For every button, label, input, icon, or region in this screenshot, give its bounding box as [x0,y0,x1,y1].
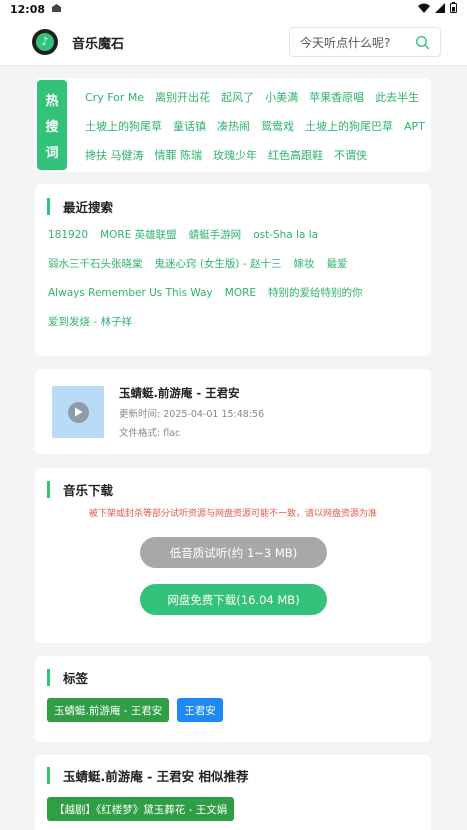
tag-chip-artist[interactable]: 王君安 [177,698,223,722]
update-time: 更新时间: 2025-04-01 15:48:56 [119,406,264,420]
hot-search-tag[interactable]: 玫瑰少年 [213,146,257,166]
notification-icon [51,3,62,16]
section-accent-bar [47,669,50,686]
download-notice: 被下架或封杀等部分试听资源与网盘资源可能不一致，请以网盘资源为准 [88,509,377,519]
recent-search-item[interactable]: 鬼迷心窍 (女生版) - 赵十三 [155,254,282,274]
hot-search-tag[interactable]: 情罪 陈瑞 [155,146,203,166]
tag-list: 玉蜻蜓.前游庵 - 王君安 王君安 [47,698,223,722]
tags-header: 标签 [47,668,88,687]
free-download-button[interactable]: 网盘免费下载(16.04 MB) [140,584,327,615]
update-time-label: 更新时间: [119,409,161,420]
tag-chip-song[interactable]: 玉蜻蜓.前游庵 - 王君安 [47,698,170,722]
hot-search-badge: 热 搜 词 [37,80,67,170]
search-input[interactable] [300,34,410,52]
section-accent-bar [47,767,50,784]
hot-search-tag[interactable]: 红色高跟鞋 [268,146,323,166]
download-header: 音乐下载 [47,480,113,499]
hot-search-tag[interactable]: 搀扶 马健涛 [85,146,144,166]
hot-search-tag[interactable]: 不谓侠 [334,146,367,166]
search-box[interactable] [289,27,441,57]
hot-search-tag[interactable]: 离别开出花 [155,88,210,108]
hot-search-tag[interactable]: 此去半生 [375,88,419,108]
hot-search-card: 热 搜 词 Cry For Me 离别开出花 起风了 小美满 苹果香原唱 此去半… [35,78,431,172]
search-icon[interactable] [415,35,430,54]
recent-search-item[interactable]: Always Remember Us This Way [48,283,213,303]
hot-search-tag[interactable]: 小美满 [265,88,298,108]
hot-search-tag[interactable]: 土坡上的狗尾巴草 [305,117,393,137]
song-cover[interactable] [52,386,104,438]
app-logo-icon[interactable]: ♪ [32,29,58,55]
hot-search-tag[interactable]: 苹果香原唱 [309,88,364,108]
recent-search-title: 最近搜索 [63,200,114,215]
recent-search-list: 181920 MORE 英雄联盟 蜻蜓手游网 ost-Sha la la 弱水三… [48,225,423,332]
battery-icon [450,2,457,16]
tags-title: 标签 [63,671,89,686]
recent-search-item[interactable]: 嫁妆 [294,254,315,274]
recent-search-item[interactable]: 弱水三千石头张晓棠 [48,254,143,274]
section-accent-bar [47,198,50,215]
hot-search-tag[interactable]: 童话镇 [173,117,206,137]
hot-search-tag[interactable]: APT [404,117,425,137]
recent-search-item[interactable]: 特别的爱给特别的你 [268,283,363,303]
similar-item[interactable]: 【越剧】《红楼梦》黛玉葬花 - 王文娟 [47,797,235,821]
signal-icon [435,2,445,16]
hot-search-tag[interactable]: 鸳鸯戏 [261,117,294,137]
low-quality-preview-button[interactable]: 低音质试听(约 1~3 MB) [140,537,327,568]
recent-search-header: 最近搜索 [47,197,113,216]
music-download-card: 音乐下载 被下架或封杀等部分试听资源与网盘资源可能不一致，请以网盘资源为准 低音… [35,468,431,643]
recent-search-item[interactable]: 爱到发烧 - 林子祥 [48,312,132,332]
hot-search-tag[interactable]: 凑热闹 [217,117,250,137]
recent-search-item[interactable]: 181920 [48,225,88,245]
recent-search-item[interactable]: MORE 英雄联盟 [100,225,177,245]
hot-search-tag[interactable]: 土坡上的狗尾草 [85,117,162,137]
similar-title: 玉蜻蜓.前游庵 - 王君安 相似推荐 [63,769,249,784]
recent-search-card: 最近搜索 181920 MORE 英雄联盟 蜻蜓手游网 ost-Sha la l… [35,184,431,356]
section-accent-bar [47,481,50,498]
file-format: 文件格式: flac [119,425,180,439]
file-format-label: 文件格式: [119,428,161,439]
song-info-card: 玉蜻蜓.前游庵 - 王君安 更新时间: 2025-04-01 15:48:56 … [35,369,431,454]
hot-search-tag[interactable]: 起风了 [221,88,254,108]
status-time: 12:08 [10,2,46,16]
download-title: 音乐下载 [63,483,114,498]
recent-search-item[interactable]: 蜻蜓手游网 [189,225,242,245]
hot-search-tags: Cry For Me 离别开出花 起风了 小美满 苹果香原唱 此去半生 土坡上的… [85,88,430,166]
hot-search-tag[interactable]: Cry For Me [85,88,144,108]
play-icon[interactable] [67,401,89,423]
similar-recommend-card: 玉蜻蜓.前游庵 - 王君安 相似推荐 【越剧】《红楼梦》黛玉葬花 - 王文娟 [35,755,431,830]
song-title: 玉蜻蜓.前游庵 - 王君安 [119,386,240,400]
recent-search-item[interactable]: MORE [225,283,256,303]
status-bar: 12:08 [0,0,467,18]
tags-card: 标签 玉蜻蜓.前游庵 - 王君安 王君安 [35,656,431,742]
app-title: 音乐魔石 [72,37,125,52]
recent-search-item[interactable]: ost-Sha la la [253,225,318,245]
file-format-value: flac [163,428,181,439]
similar-header: 玉蜻蜓.前游庵 - 王君安 相似推荐 [47,766,249,785]
app-header: ♪ 音乐魔石 [0,18,467,66]
recent-search-item[interactable]: 最爱 [327,254,348,274]
wifi-icon [418,3,430,16]
update-time-value: 2025-04-01 15:48:56 [163,409,265,420]
